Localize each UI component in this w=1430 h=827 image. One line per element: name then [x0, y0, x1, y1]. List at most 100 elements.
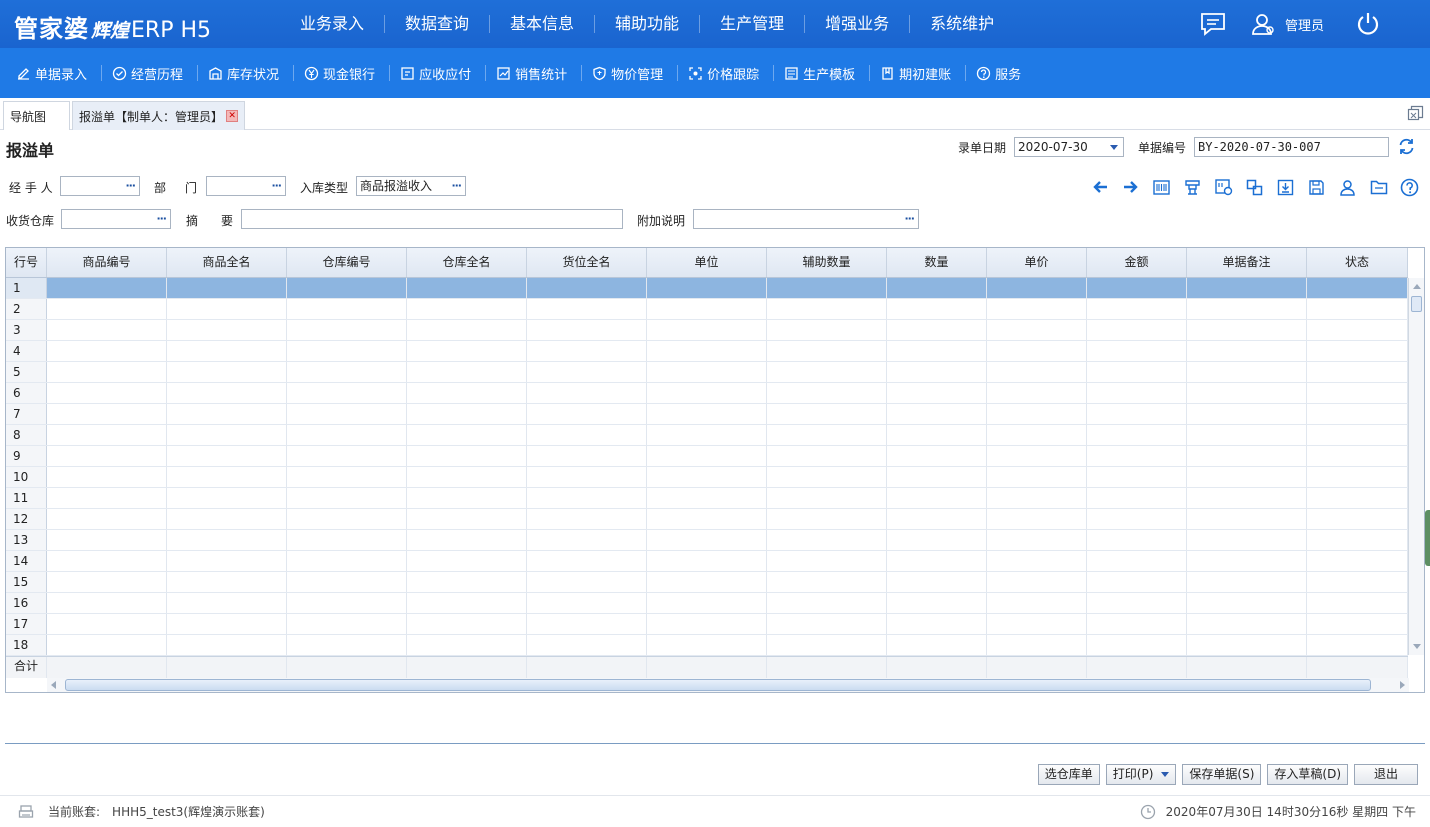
- grid-cell[interactable]: [1187, 509, 1307, 529]
- table-row[interactable]: 11: [6, 488, 1408, 509]
- table-row[interactable]: 18: [6, 635, 1408, 656]
- grid-cell[interactable]: [527, 341, 647, 361]
- grid-cell[interactable]: [887, 467, 987, 487]
- grid-cell[interactable]: [407, 467, 527, 487]
- grid-cell[interactable]: [1087, 614, 1187, 634]
- grid-cell[interactable]: [1307, 593, 1408, 613]
- column-header[interactable]: 商品编号: [47, 248, 167, 277]
- grid-cell[interactable]: [987, 572, 1087, 592]
- column-header[interactable]: 仓库编号: [287, 248, 407, 277]
- grid-cell[interactable]: [1307, 614, 1408, 634]
- quick-business-history[interactable]: 经营历程: [102, 65, 199, 83]
- grid-cell[interactable]: [527, 635, 647, 655]
- warehouse-field[interactable]: ···: [61, 209, 171, 229]
- arrow-right-icon[interactable]: [1115, 176, 1146, 198]
- grid-cell[interactable]: [987, 467, 1087, 487]
- grid-cell[interactable]: [647, 320, 767, 340]
- grid-cell[interactable]: [1187, 341, 1307, 361]
- instock-type-field[interactable]: 商品报溢收入 ···: [356, 176, 466, 196]
- grid-cell[interactable]: [647, 614, 767, 634]
- grid-cell[interactable]: [47, 404, 167, 424]
- grid-cell[interactable]: [767, 551, 887, 571]
- grid-cell[interactable]: [647, 404, 767, 424]
- grid-cell[interactable]: [1187, 467, 1307, 487]
- quick-stock-status[interactable]: 库存状况: [198, 65, 295, 83]
- grid-cell[interactable]: [987, 341, 1087, 361]
- column-header[interactable]: 仓库全名: [407, 248, 527, 277]
- save-draft-button[interactable]: 存入草稿(D): [1267, 764, 1348, 785]
- grid-cell[interactable]: [1307, 530, 1408, 550]
- grid-cell[interactable]: [1187, 320, 1307, 340]
- power-icon[interactable]: [1354, 10, 1382, 38]
- grid-cell[interactable]: [767, 446, 887, 466]
- column-header[interactable]: 商品全名: [167, 248, 287, 277]
- more-icon[interactable]: ···: [451, 177, 462, 195]
- help-icon[interactable]: [1394, 176, 1425, 198]
- grid-cell[interactable]: [987, 614, 1087, 634]
- grid-cell[interactable]: [1307, 341, 1408, 361]
- grid-cell[interactable]: [767, 614, 887, 634]
- grid-cell[interactable]: [167, 530, 287, 550]
- grid-cell[interactable]: [287, 635, 407, 655]
- grid-cell[interactable]: [647, 530, 767, 550]
- table-row[interactable]: 2: [6, 299, 1408, 320]
- quick-cash-bank[interactable]: 现金银行: [294, 65, 391, 83]
- grid-cell[interactable]: [987, 383, 1087, 403]
- nav-system[interactable]: 系统维护: [910, 15, 1014, 33]
- grid-cell[interactable]: [167, 446, 287, 466]
- grid-cell[interactable]: [167, 320, 287, 340]
- grid-cell[interactable]: [1307, 278, 1408, 298]
- grid-cell[interactable]: [987, 488, 1087, 508]
- grid-cell[interactable]: [407, 362, 527, 382]
- grid-cell[interactable]: [1087, 383, 1187, 403]
- grid-cell[interactable]: [647, 467, 767, 487]
- grid-cell[interactable]: [887, 341, 987, 361]
- grid-cell[interactable]: [887, 530, 987, 550]
- grid-cell[interactable]: [1087, 572, 1187, 592]
- grid-cell[interactable]: [167, 572, 287, 592]
- grid-cell[interactable]: [287, 509, 407, 529]
- grid-cell[interactable]: [1087, 593, 1187, 613]
- grid-cell[interactable]: [407, 383, 527, 403]
- grid-cell[interactable]: [1187, 530, 1307, 550]
- grid-cell[interactable]: [887, 572, 987, 592]
- date-field[interactable]: 2020-07-30: [1014, 137, 1124, 157]
- grid-cell[interactable]: [527, 614, 647, 634]
- grid-cell[interactable]: [287, 341, 407, 361]
- grid-cell[interactable]: [767, 299, 887, 319]
- grid-cell[interactable]: [407, 320, 527, 340]
- nav-aux-functions[interactable]: 辅助功能: [595, 15, 701, 33]
- grid-cell[interactable]: [47, 488, 167, 508]
- grid-cell[interactable]: [527, 320, 647, 340]
- folder-icon[interactable]: [1363, 176, 1394, 198]
- column-header[interactable]: 货位全名: [527, 248, 647, 277]
- table-row[interactable]: 14: [6, 551, 1408, 572]
- grid-cell[interactable]: [647, 635, 767, 655]
- grid-cell[interactable]: [167, 593, 287, 613]
- chevron-down-icon[interactable]: [1110, 145, 1118, 150]
- grid-cell[interactable]: [287, 467, 407, 487]
- column-header[interactable]: 数量: [887, 248, 987, 277]
- nav-production[interactable]: 生产管理: [700, 15, 806, 33]
- grid-cell[interactable]: [407, 446, 527, 466]
- grid-cell[interactable]: [287, 362, 407, 382]
- table-row[interactable]: 5: [6, 362, 1408, 383]
- grid-cell[interactable]: [1187, 572, 1307, 592]
- grid-cell[interactable]: [527, 551, 647, 571]
- grid-cell[interactable]: [1187, 593, 1307, 613]
- grid-cell[interactable]: [1087, 299, 1187, 319]
- grid-cell[interactable]: [887, 635, 987, 655]
- grid-cell[interactable]: [287, 383, 407, 403]
- grid-cell[interactable]: [1187, 404, 1307, 424]
- stamp-icon[interactable]: [1177, 176, 1208, 198]
- nav-data-query[interactable]: 数据查询: [385, 15, 491, 33]
- grid-cell[interactable]: [47, 299, 167, 319]
- exit-button[interactable]: 退出: [1354, 764, 1418, 785]
- grid-cell[interactable]: [167, 488, 287, 508]
- grid-cell[interactable]: [527, 278, 647, 298]
- grid-cell[interactable]: [47, 278, 167, 298]
- grid-cell[interactable]: [527, 425, 647, 445]
- grid-cell[interactable]: [1187, 425, 1307, 445]
- nav-business-entry[interactable]: 业务录入: [280, 15, 386, 33]
- scroll-thumb[interactable]: [1411, 296, 1422, 312]
